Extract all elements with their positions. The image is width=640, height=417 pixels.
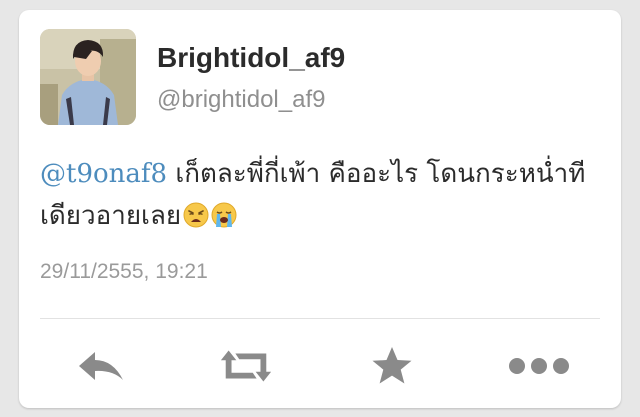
display-name[interactable]: Brightidol_af9 bbox=[157, 42, 345, 74]
handle[interactable]: @brightidol_af9 bbox=[157, 86, 325, 114]
tweet-text: @t9onaf8 เก็ตละพี่กี่เพ้า คืออะไร โดนกระ… bbox=[40, 153, 600, 237]
avatar-photo bbox=[40, 29, 136, 125]
more-icon bbox=[509, 358, 569, 374]
star-icon bbox=[372, 347, 412, 384]
weary-face-icon bbox=[183, 202, 209, 228]
retweet-icon bbox=[220, 350, 272, 382]
reply-icon bbox=[79, 352, 123, 380]
tweet-card: Brightidol_af9 @brightidol_af9 @t9onaf8 … bbox=[19, 10, 621, 408]
mention-link[interactable]: @t9onaf8 bbox=[40, 159, 167, 189]
avatar[interactable] bbox=[40, 29, 136, 125]
more-button[interactable] bbox=[504, 346, 574, 386]
retweet-button[interactable] bbox=[218, 346, 274, 386]
favorite-button[interactable] bbox=[364, 346, 420, 386]
reply-button[interactable] bbox=[73, 346, 129, 386]
divider bbox=[40, 318, 600, 319]
timestamp[interactable]: 29/11/2555, 19:21 bbox=[40, 260, 208, 284]
loudly-crying-face-icon bbox=[211, 202, 237, 228]
